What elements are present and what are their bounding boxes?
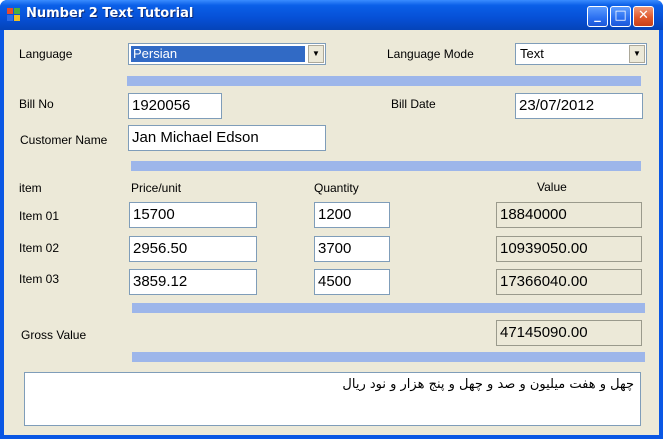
customer-name-field[interactable]: Jan Michael Edson: [128, 125, 326, 151]
item-label: Item 01: [19, 209, 60, 223]
price-field[interactable]: 3859.12: [129, 269, 257, 295]
separator-2: [131, 161, 641, 171]
price-field[interactable]: 15700: [129, 202, 257, 228]
maximize-button[interactable]: □: [610, 6, 631, 27]
separator-3: [132, 303, 645, 313]
language-combo[interactable]: Persian ▼: [128, 43, 326, 65]
bill-date-label: Bill Date: [391, 97, 436, 111]
minimize-button[interactable]: _: [587, 6, 608, 27]
language-mode-label: Language Mode: [387, 47, 474, 61]
value-field: 18840000: [496, 202, 642, 228]
quantity-field[interactable]: 3700: [314, 236, 390, 262]
value-field: 17366040.00: [496, 269, 642, 295]
item-label: Item 02: [19, 241, 60, 255]
window-title: Number 2 Text Tutorial: [26, 6, 194, 21]
language-selected-value: Persian: [131, 46, 305, 62]
header-price: Price/unit: [131, 181, 182, 195]
bill-date-field[interactable]: 23/07/2012: [515, 93, 643, 119]
quantity-field[interactable]: 4500: [314, 269, 390, 295]
header-quantity: Quantity: [314, 181, 359, 195]
price-field[interactable]: 2956.50: [129, 236, 257, 262]
bill-no-field[interactable]: 1920056: [128, 93, 222, 119]
app-icon: [7, 8, 21, 22]
language-mode-selected-value: Text: [520, 46, 544, 61]
item-label: Item 03: [19, 272, 60, 286]
bill-no-label: Bill No: [19, 97, 54, 111]
title-bar[interactable]: Number 2 Text Tutorial _ □ ✕: [0, 0, 663, 30]
result-text-area[interactable]: چهل و هفت ميليون و صد و چهل و پنج هزار و…: [24, 372, 641, 426]
header-item: item: [19, 181, 42, 195]
gross-value-field: 47145090.00: [496, 320, 642, 346]
separator-1: [127, 76, 641, 86]
form-client-area: Language Persian ▼ Language Mode Text ▼ …: [4, 30, 659, 435]
language-label: Language: [19, 47, 73, 61]
header-value: Value: [537, 180, 567, 194]
value-field: 10939050.00: [496, 236, 642, 262]
close-button[interactable]: ✕: [633, 6, 654, 27]
gross-value-label: Gross Value: [21, 328, 87, 342]
app-window: Number 2 Text Tutorial _ □ ✕ Language Pe…: [0, 0, 663, 439]
customer-name-label: Customer Name: [20, 133, 108, 147]
separator-4: [132, 352, 645, 362]
chevron-down-icon[interactable]: ▼: [308, 45, 324, 63]
quantity-field[interactable]: 1200: [314, 202, 390, 228]
chevron-down-icon[interactable]: ▼: [629, 45, 645, 63]
language-mode-combo[interactable]: Text ▼: [515, 43, 647, 65]
